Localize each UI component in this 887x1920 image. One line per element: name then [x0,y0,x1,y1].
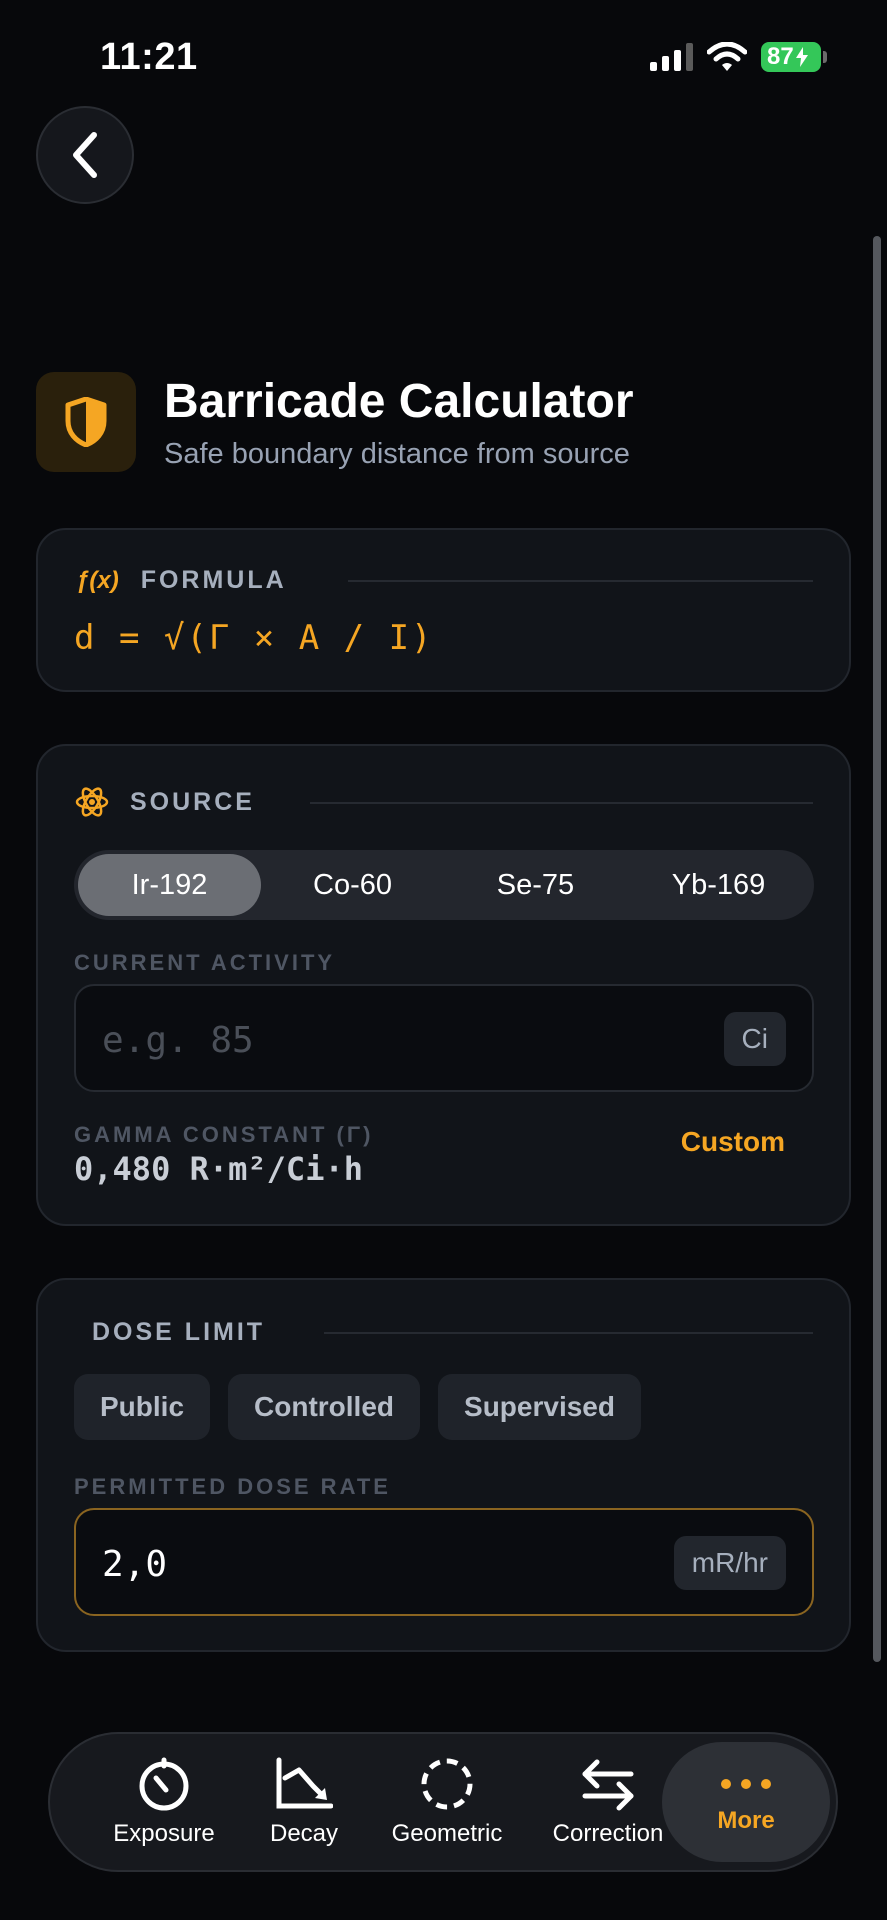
preset-controlled-button[interactable]: Controlled [228,1374,421,1440]
chevron-left-icon [73,132,97,178]
tab-decay[interactable]: Decay [244,1734,364,1870]
tab-label: More [717,1807,775,1834]
dashed-circle-icon [421,1758,473,1810]
atom-icon [75,787,109,817]
gamma-label: GAMMA CONSTANT (Γ) [74,1122,374,1147]
battery-indicator: 87 [761,42,827,72]
divider [324,1332,813,1334]
tab-label: Geometric [391,1820,503,1847]
back-button[interactable] [36,106,134,204]
dose-rate-label: PERMITTED DOSE RATE [74,1474,391,1499]
isotope-option-se-75[interactable]: Se-75 [444,854,627,916]
decay-chart-icon [276,1757,333,1809]
divider [310,802,813,804]
bottom-tab-bar: Exposure Decay Geometric Correction More [48,1732,838,1872]
gamma-value: 0,480 R·m²/Ci·h [74,1150,363,1188]
status-icons: 87 [650,42,827,72]
divider [348,580,813,582]
source-section-header: SOURCE [74,784,255,820]
dose-rate-field[interactable]: 2,0 mR/hr [74,1508,814,1616]
status-time: 11:21 [100,36,198,78]
shield-icon [65,397,107,447]
page-title: Barricade Calculator [164,375,634,428]
activity-input[interactable]: e.g. 85 [102,1020,622,1061]
wifi-icon [707,42,747,71]
formula-card: ƒ(x) FORMULA d = √(Γ × A / I) [36,528,851,692]
isotope-option-yb-169[interactable]: Yb-169 [627,854,810,916]
dose-preset-chips: Public Controlled Supervised [74,1374,641,1440]
preset-public-button[interactable]: Public [74,1374,211,1440]
formula-expression: d = √(Γ × A / I) [74,618,434,658]
more-dots-icon [721,1779,771,1789]
activity-unit-chip: Ci [723,1012,786,1066]
preset-supervised-button[interactable]: Supervised [438,1374,641,1440]
swap-arrows-icon [582,1759,634,1811]
formula-label: FORMULA [140,566,287,594]
isotope-selector[interactable]: Ir-192 Co-60 Se-75 Yb-169 [74,850,814,920]
dose-limit-section-header: DOSE LIMIT [92,1318,265,1347]
shield-icon-tile [36,372,136,472]
tab-correction[interactable]: Correction [534,1734,682,1870]
isotope-option-ir-192[interactable]: Ir-192 [78,854,261,916]
activity-label: CURRENT ACTIVITY [74,950,336,975]
battery-level: 87 [767,43,794,70]
dose-limit-card: DOSE LIMIT Public Controlled Supervised … [36,1278,851,1652]
scrollbar[interactable] [873,236,881,1662]
dose-rate-input[interactable]: 2,0 [102,1544,622,1585]
charging-bolt-icon [795,47,808,67]
isotope-option-co-60[interactable]: Co-60 [261,854,444,916]
tab-geometric[interactable]: Geometric [372,1734,522,1870]
timer-icon [139,1757,189,1811]
source-card: SOURCE Ir-192 Co-60 Se-75 Yb-169 CURRENT… [36,744,851,1226]
tab-exposure[interactable]: Exposure [94,1734,234,1870]
function-icon: ƒ(x) [76,566,119,594]
activity-field[interactable]: e.g. 85 Ci [74,984,814,1092]
tab-more[interactable]: More [662,1742,830,1862]
page-subtitle: Safe boundary distance from source [164,438,630,470]
source-label: SOURCE [130,787,255,816]
tab-label: Exposure [113,1820,215,1847]
tab-label: Decay [269,1820,339,1847]
dose-rate-unit-chip: mR/hr [673,1536,786,1590]
cellular-signal-icon [650,43,693,71]
dose-limit-label: DOSE LIMIT [92,1318,266,1346]
formula-section-header: ƒ(x) FORMULA [76,566,287,595]
tab-label: Correction [552,1820,664,1847]
custom-gamma-button[interactable]: Custom [681,1126,785,1158]
